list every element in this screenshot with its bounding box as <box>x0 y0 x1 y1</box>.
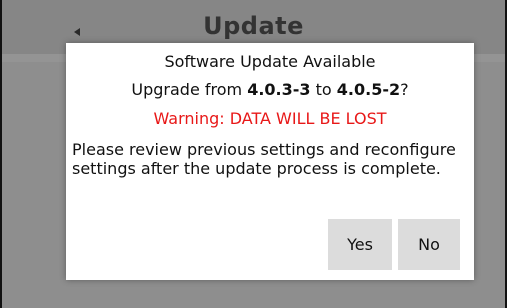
data-loss-warning: Warning: DATA WILL BE LOST <box>153 109 387 128</box>
upgrade-prefix: Upgrade from <box>131 80 248 99</box>
software-update-dialog: Software Update Available Upgrade from 4… <box>66 43 474 280</box>
upgrade-version-text: Upgrade from 4.0.3-3 to 4.0.5-2? <box>66 80 474 99</box>
device-screen: Update Software Update Available Upgrade… <box>0 0 507 308</box>
dialog-title: Software Update Available <box>164 52 376 71</box>
dialog-message: Please review previous settings and reco… <box>72 140 456 178</box>
upgrade-suffix: ? <box>400 80 409 99</box>
to-version: 4.0.5-2 <box>336 80 401 99</box>
yes-button[interactable]: Yes <box>328 219 392 270</box>
no-button[interactable]: No <box>398 219 460 270</box>
from-version: 4.0.3-3 <box>247 80 311 99</box>
page-title: Update <box>203 12 304 40</box>
upgrade-middle: to <box>310 80 337 99</box>
